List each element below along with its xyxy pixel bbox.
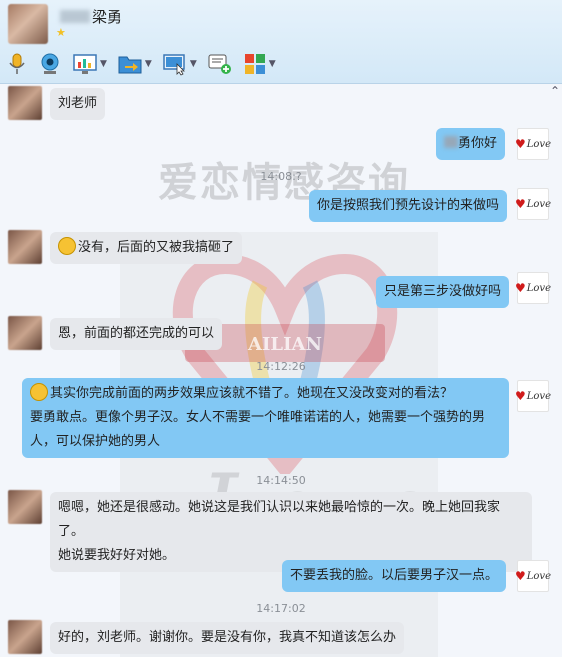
blurred-name (444, 136, 458, 148)
avatar[interactable] (8, 316, 42, 350)
avatar[interactable] (8, 230, 42, 264)
message-line: 要勇敢点。更像个男子汉。女人不需要一个唯唯诺诺的人，她需要一个强势的男 (30, 410, 486, 425)
avatar-label: Love (526, 198, 551, 210)
message-bubble-right: 其实你完成前面的两步效果应该就不错了。她现在又没改变对的看法？ 要勇敢点。更像个… (22, 378, 509, 458)
message-bubble-left: 好的，刘老师。谢谢你。要是没有你，我真不知道该怎么办 (50, 622, 405, 654)
message-bubble-left: 没有，后面的又被我搞砸了 (50, 232, 243, 264)
crying-emoji-icon (58, 237, 76, 255)
apps-button[interactable]: ▼ (243, 51, 276, 77)
avatar-label: Love (526, 570, 551, 582)
contact-name[interactable]: 梁勇 (92, 6, 122, 27)
message-bubble-left: 刘老师 (50, 88, 106, 120)
message-text: 好的，刘老师。谢谢你。要是没有你，我真不知道该怎么办 (58, 630, 397, 645)
avatar-label: Love (526, 390, 551, 402)
chevron-down-icon[interactable]: ▼ (145, 59, 152, 69)
message-text: 刘老师 (58, 96, 98, 111)
chevron-down-icon[interactable]: ▼ (100, 59, 107, 69)
avatar[interactable] (8, 620, 42, 654)
send-file-button[interactable]: ▼ (117, 51, 152, 77)
camera-icon (41, 53, 59, 74)
microphone-button[interactable] (6, 51, 28, 77)
remote-desktop-button[interactable]: ▼ (162, 51, 197, 77)
message-text: 只是第三步没做好吗 (384, 284, 502, 299)
grinning-emoji-icon (30, 383, 48, 401)
avatar-label: Love (526, 282, 551, 294)
message-bubble-right: 只是第三步没做好吗 (376, 276, 510, 308)
chevron-down-icon[interactable]: ▼ (190, 59, 197, 69)
message-line: 人，可以保护她的男人 (30, 434, 161, 449)
message-text: 不要丢我的脸。以后要男子汉一点。 (290, 568, 499, 583)
message-bubble-right: 勇你好 (436, 128, 506, 160)
watermark-brand: AILIAN (247, 334, 322, 355)
message-text: 恩，前面的都还完成的可以 (58, 326, 215, 341)
avatar[interactable]: ♥ Love (515, 188, 551, 220)
star-icon: ★ (56, 26, 66, 39)
avatar-label: Love (526, 138, 551, 150)
avatar[interactable]: ♥ Love (515, 272, 551, 304)
message-bubble-right: 不要丢我的脸。以后要男子汉一点。 (282, 560, 507, 592)
screen-share-icon (73, 54, 97, 74)
heart-icon: ♥ (515, 569, 526, 583)
remote-desktop-icon (163, 54, 185, 76)
screen-share-button[interactable]: ▼ (72, 51, 107, 77)
timestamp: 14:14:50 (256, 474, 306, 487)
message-text: 没有，后面的又被我搞砸了 (78, 240, 235, 255)
toolbar: ▼ ▼ ▼ ▼ (6, 50, 286, 78)
avatar[interactable]: ♥ Love (515, 380, 551, 412)
message-line: 嗯嗯，她还是很感动。她说这是我们认识以来她最哈惊的一次。晚上她回我家了。 (58, 500, 501, 539)
new-message-button[interactable] (207, 51, 233, 77)
avatar[interactable] (8, 490, 42, 524)
chevron-down-icon[interactable]: ▼ (269, 59, 276, 69)
heart-icon: ♥ (515, 281, 526, 295)
avatar[interactable]: ♥ Love (515, 560, 551, 592)
message-text: 你是按照我们预先设计的来做吗 (317, 198, 500, 213)
apps-grid-icon (244, 54, 265, 74)
chat-header: 梁勇 ★ ▼ ▼ ▼ ▼ (0, 0, 562, 84)
message-line: 其实你完成前面的两步效果应该就不错了。她现在又没改变对的看法？ (30, 382, 501, 406)
message-add-icon (208, 54, 231, 74)
message-bubble-left: 恩，前面的都还完成的可以 (50, 318, 223, 350)
folder-send-icon (118, 56, 142, 74)
timestamp: 14:17:02 (256, 602, 306, 615)
message-text: 勇你好 (458, 136, 498, 151)
chat-history[interactable]: 爱恋情感咨询 AILIAN Love ⌃ 刘老师 ♥Love 勇你好 14:08… (0, 84, 562, 657)
contact-avatar[interactable] (8, 4, 48, 44)
heart-icon: ♥ (515, 137, 526, 151)
scroll-up-icon[interactable]: ⌃ (550, 84, 560, 98)
message-bubble-right: 你是按照我们预先设计的来做吗 (309, 190, 508, 222)
blurred-name-prefix (60, 10, 90, 23)
heart-icon: ♥ (515, 197, 526, 211)
avatar[interactable]: ♥ Love (515, 128, 551, 160)
microphone-icon (9, 53, 25, 74)
camera-button[interactable] (38, 51, 62, 77)
timestamp: 14:08:? (260, 170, 302, 183)
heart-icon: ♥ (515, 389, 526, 403)
timestamp: 14:12:26 (256, 360, 306, 373)
avatar[interactable] (8, 86, 42, 120)
